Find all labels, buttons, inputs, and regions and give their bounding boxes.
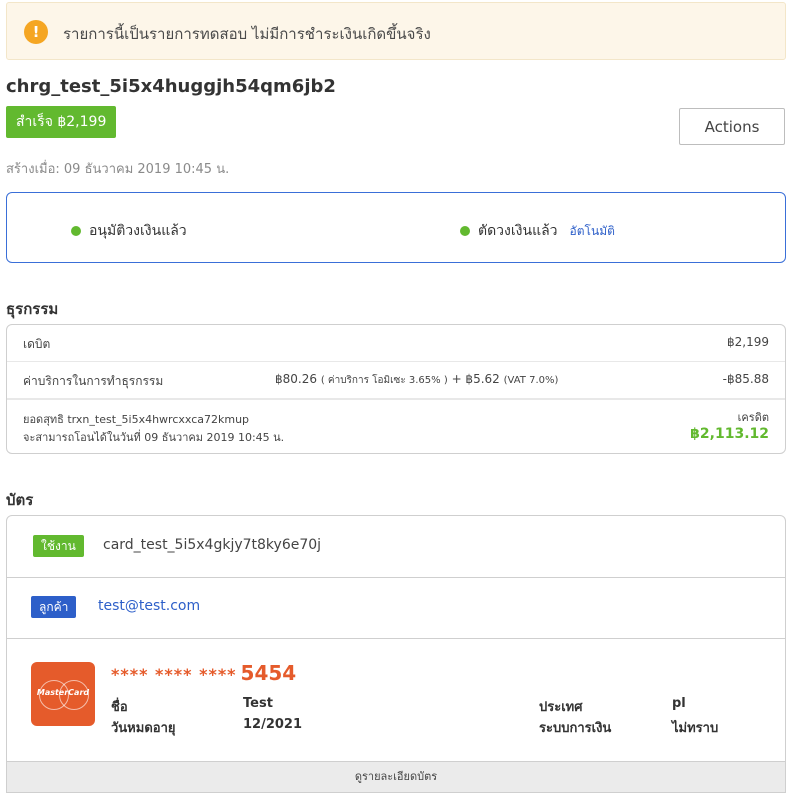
net-line2: จะสามารถโอนได้ในวันที่ 09 ธันวาคม 2019 1… bbox=[23, 431, 285, 444]
card-last4: 5454 bbox=[240, 661, 297, 685]
status-badge: สำเร็จ ฿2,199 bbox=[6, 106, 117, 138]
fee-detail-amount: ฿80.26 bbox=[275, 372, 317, 386]
success-dot-icon bbox=[460, 226, 470, 236]
transactions-title: ธุรกรรม bbox=[6, 300, 59, 318]
fee-detail-vat: (VAT 7.0%) bbox=[503, 375, 559, 386]
step-captured: ตัดวงเงินแล้ว อัตโนมัติ bbox=[460, 220, 615, 242]
brand-name: MasterCard bbox=[36, 688, 90, 697]
banner-text: รายการนี้เป็นรายการทดสอบ ไม่มีการชำระเงิ… bbox=[63, 25, 431, 43]
debit-row: เดบิต ฿2,199 bbox=[7, 333, 785, 361]
view-card-details-button[interactable]: ดูรายละเอียดบัตร bbox=[7, 761, 785, 792]
card-id-row: ใช้งาน card_test_5i5x4gkjy7t8ky6e70j bbox=[7, 516, 785, 578]
card-active-badge: ใช้งาน bbox=[33, 535, 84, 557]
step-sub-label: อัตโนมัติ bbox=[569, 224, 615, 238]
name-label: ชื่อ bbox=[111, 700, 128, 715]
fee-label: ค่าบริการในการทำธุรกรรม bbox=[23, 374, 164, 388]
expiry-label: วันหมดอายุ bbox=[111, 721, 176, 736]
created-timestamp: สร้างเมื่อ: 09 ธันวาคม 2019 10:45 น. bbox=[6, 162, 230, 177]
customer-row: ลูกค้า test@test.com bbox=[7, 577, 785, 639]
step-label: อนุมัติวงเงินแล้ว bbox=[89, 223, 187, 239]
debit-amount: ฿2,199 bbox=[727, 335, 769, 349]
warning-icon: ! bbox=[24, 20, 48, 44]
country-label: ประเทศ bbox=[539, 700, 583, 715]
test-mode-banner: ! รายการนี้เป็นรายการทดสอบ ไม่มีการชำระเ… bbox=[6, 2, 786, 60]
step-label: ตัดวงเงินแล้ว bbox=[478, 223, 558, 239]
bank-value: ไม่ทราบ bbox=[672, 721, 719, 736]
fee-detail-rate: ( ค่าบริการ โอมิเซะ 3.65% ) bbox=[320, 375, 448, 386]
card-number: **** **** **** 5454 bbox=[111, 661, 296, 685]
debit-label: เดบิต bbox=[23, 337, 51, 351]
fee-amount: -฿85.88 bbox=[722, 372, 769, 386]
success-dot-icon bbox=[71, 226, 81, 236]
fee-detail: ฿80.26 ( ค่าบริการ โอมิเซะ 3.65% ) + ฿5.… bbox=[275, 372, 558, 388]
charge-id: chrg_test_5i5x4huggjh54qm6jb2 bbox=[6, 76, 336, 97]
expiry-value: 12/2021 bbox=[243, 717, 303, 732]
card-id: card_test_5i5x4gkjy7t8ky6e70j bbox=[103, 537, 322, 553]
fee-row: ค่าบริการในการทำธุรกรรม ฿80.26 ( ค่าบริก… bbox=[7, 361, 785, 398]
transactions-table: เดบิต ฿2,199 ค่าบริการในการทำธุรกรรม ฿80… bbox=[6, 324, 786, 454]
name-value: Test bbox=[243, 696, 273, 711]
credit-label: เครดิต bbox=[737, 411, 769, 424]
card-masked: **** **** **** bbox=[111, 665, 237, 684]
card-panel: ใช้งาน card_test_5i5x4gkjy7t8ky6e70j ลูก… bbox=[6, 515, 786, 793]
customer-badge: ลูกค้า bbox=[31, 596, 77, 618]
charge-status-panel: อนุมัติวงเงินแล้ว ตัดวงเงินแล้ว อัตโนมัติ bbox=[6, 192, 786, 263]
credit-amount: ฿2,113.12 bbox=[690, 426, 769, 442]
step-authorized: อนุมัติวงเงินแล้ว bbox=[71, 220, 187, 242]
country-value: pl bbox=[672, 696, 686, 711]
card-title: บัตร bbox=[6, 491, 34, 509]
customer-email-link[interactable]: test@test.com bbox=[98, 598, 200, 614]
net-row: ยอดสุทธิ trxn_test_5i5x4hwrcxxca72kmup จ… bbox=[7, 398, 785, 455]
mastercard-logo-icon: MasterCard bbox=[31, 662, 95, 726]
fee-detail-vat-amount: + ฿5.62 bbox=[451, 372, 500, 386]
actions-button[interactable]: Actions bbox=[679, 108, 785, 145]
bank-label: ระบบการเงิน bbox=[539, 721, 612, 736]
net-line1: ยอดสุทธิ trxn_test_5i5x4hwrcxxca72kmup bbox=[23, 413, 250, 426]
